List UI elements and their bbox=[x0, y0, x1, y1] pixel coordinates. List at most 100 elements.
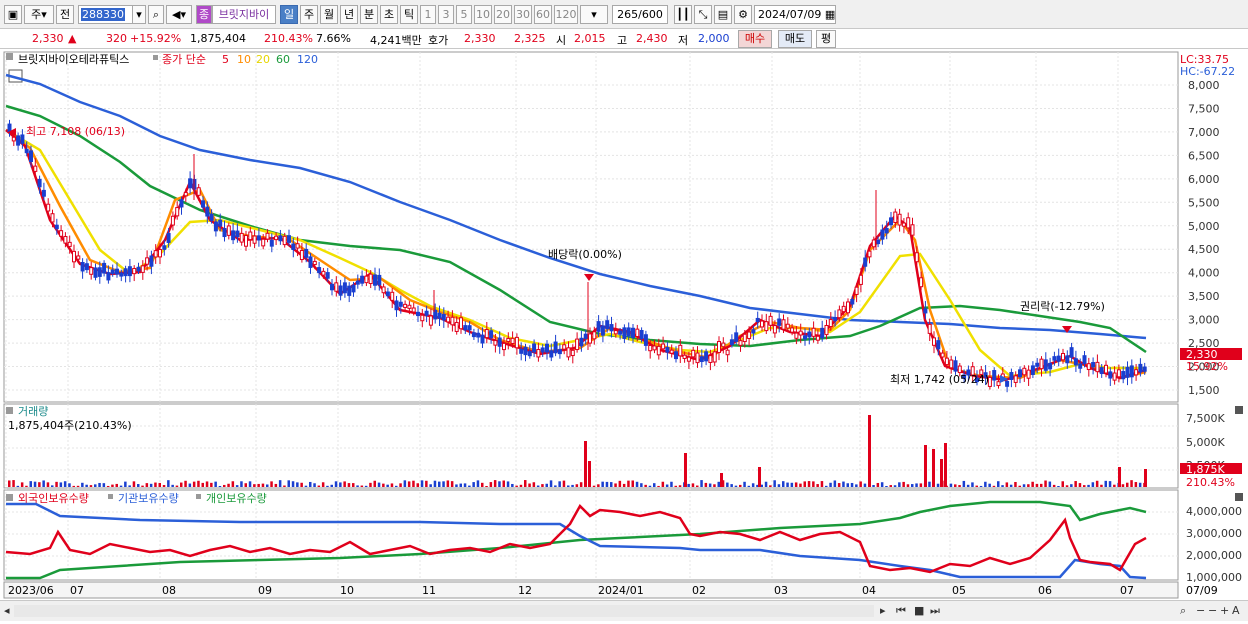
x-axis-label: 2023/06 bbox=[8, 584, 54, 597]
speaker-icon[interactable]: ◀▾ bbox=[166, 5, 192, 24]
interval-1[interactable]: 1 bbox=[420, 5, 436, 24]
candle-body bbox=[454, 321, 459, 332]
candle-body bbox=[196, 187, 201, 196]
zoom-minus-icon[interactable]: − bbox=[1208, 604, 1217, 617]
volume-bar bbox=[820, 481, 824, 487]
x-axis-label: 12 bbox=[518, 584, 532, 597]
interval-30[interactable]: 30 bbox=[514, 5, 532, 24]
candle-body bbox=[949, 359, 954, 369]
stop-icon[interactable]: ■ bbox=[914, 604, 924, 617]
play-icon[interactable]: ⏭ bbox=[930, 604, 940, 618]
candle-body bbox=[244, 235, 248, 247]
volume-bar bbox=[158, 482, 161, 487]
volume-bar bbox=[739, 484, 742, 487]
volume-bar bbox=[579, 482, 583, 487]
candle-type-icon[interactable]: ┃┃ bbox=[674, 5, 692, 24]
tab-tick[interactable]: 틱 bbox=[400, 5, 418, 24]
zoom-out-icon[interactable]: − bbox=[1196, 604, 1205, 617]
panel-toggle-icon[interactable] bbox=[6, 53, 13, 60]
stock-title: 브릿지바이오테라퓨틱스 bbox=[18, 53, 129, 66]
scroll-right-icon[interactable]: ▸ bbox=[880, 604, 886, 617]
scroll-left-icon[interactable]: ◂ bbox=[4, 604, 10, 617]
chart-area[interactable]: 브릿지바이오테라퓨틱스 종가 단순 5 10 20 60 120 LC:33.7… bbox=[0, 50, 1248, 621]
interval-3[interactable]: 3 bbox=[438, 5, 454, 24]
calendar-icon[interactable]: ▦ bbox=[825, 8, 835, 21]
candle-body bbox=[54, 224, 59, 230]
settings-gear-icon[interactable]: ⚙ bbox=[734, 5, 752, 24]
candle-body bbox=[583, 333, 588, 339]
price-y-tick: 4,500 bbox=[1188, 243, 1220, 256]
candle-body bbox=[218, 219, 223, 227]
avg-button[interactable]: 평 bbox=[816, 30, 836, 48]
interval-10[interactable]: 10 bbox=[474, 5, 492, 24]
sell-button[interactable]: 매도 bbox=[778, 30, 812, 48]
rewind-icon[interactable]: ⏮ bbox=[896, 604, 906, 618]
candle-body bbox=[256, 235, 261, 241]
zoom-search-icon[interactable]: ⌕ bbox=[1180, 604, 1186, 618]
tab-day[interactable]: 일 bbox=[280, 5, 298, 24]
volume-bar bbox=[141, 485, 144, 487]
chart-svg[interactable]: 브릿지바이오테라퓨틱스 종가 단순 5 10 20 60 120 LC:33.7… bbox=[0, 50, 1248, 621]
candle-body bbox=[145, 257, 150, 265]
low-label: 저 bbox=[678, 34, 689, 47]
candle-body bbox=[893, 211, 898, 223]
count-field[interactable]: 265/600 bbox=[612, 5, 668, 24]
interval-label: 20 bbox=[496, 8, 510, 21]
price-y-tick: 6,000 bbox=[1188, 173, 1220, 186]
window-icon[interactable]: ▣ bbox=[4, 5, 22, 24]
ma-toggle-icon[interactable] bbox=[153, 55, 158, 60]
volume-bar bbox=[1052, 484, 1056, 487]
tab-minute[interactable]: 분 bbox=[360, 5, 378, 24]
volume-bar bbox=[29, 481, 32, 487]
search-icon[interactable]: ⌕ bbox=[148, 5, 164, 24]
x-axis-right-label: 07/09 bbox=[1186, 584, 1218, 597]
volume-bar bbox=[205, 481, 209, 487]
volume-toggle-icon[interactable] bbox=[6, 407, 13, 414]
holding-toggle-icon[interactable] bbox=[6, 494, 13, 501]
candle-body bbox=[502, 342, 506, 351]
candle-body bbox=[682, 354, 687, 359]
tab-second[interactable]: 초 bbox=[380, 5, 398, 24]
interval-20[interactable]: 20 bbox=[494, 5, 512, 24]
candle-body bbox=[841, 305, 846, 313]
code-dropdown-icon[interactable]: ▾ bbox=[132, 5, 146, 24]
tab-month[interactable]: 월 bbox=[320, 5, 338, 24]
stock-name-field[interactable]: 브릿지바이 bbox=[212, 5, 276, 24]
period-dropdown[interactable]: 주▾ bbox=[24, 5, 54, 24]
holding-close-icon[interactable] bbox=[1235, 493, 1243, 501]
ma-20: 20 bbox=[256, 53, 270, 66]
volume-bar bbox=[915, 483, 918, 487]
tab-week[interactable]: 주 bbox=[300, 5, 318, 24]
bottom-bar: ◂ ▸ ⏮ ■ ⏭ ⌕ − − + A bbox=[0, 600, 1248, 621]
volume-bar bbox=[111, 484, 114, 487]
interval-120[interactable]: 120 bbox=[554, 5, 578, 24]
draw-tool-icon[interactable]: ⤡ bbox=[694, 5, 712, 24]
volume-bar bbox=[988, 483, 991, 487]
volume-bar bbox=[1121, 484, 1125, 487]
horizontal-scrollbar[interactable] bbox=[14, 605, 874, 617]
volume-bar bbox=[433, 480, 437, 487]
save-icon[interactable]: ▤ bbox=[714, 5, 732, 24]
volume-bar bbox=[825, 485, 828, 487]
volume-bar bbox=[317, 485, 321, 487]
volume-bar bbox=[266, 484, 269, 487]
prev-button[interactable]: 전 bbox=[56, 5, 74, 24]
date-field[interactable]: 2024/07/09 ▦ bbox=[754, 5, 836, 24]
interval-60[interactable]: 60 bbox=[534, 5, 552, 24]
volume-close-icon[interactable] bbox=[1235, 406, 1243, 414]
volume-bar bbox=[1108, 481, 1112, 487]
zoom-in-icon[interactable]: + bbox=[1220, 604, 1229, 617]
custom-interval-dropdown[interactable]: ▾ bbox=[580, 5, 608, 24]
candle-body bbox=[269, 239, 274, 247]
volume-bar bbox=[932, 449, 935, 487]
buy-button[interactable]: 매수 bbox=[738, 30, 772, 48]
volume-bar bbox=[253, 484, 256, 487]
volume-bar bbox=[407, 481, 411, 487]
tab-year[interactable]: 년 bbox=[340, 5, 358, 24]
volume-bar bbox=[803, 481, 806, 487]
candle-body bbox=[33, 165, 38, 172]
ma-5: 5 bbox=[222, 53, 229, 66]
font-size-icon[interactable]: A bbox=[1232, 604, 1240, 617]
interval-5[interactable]: 5 bbox=[456, 5, 472, 24]
price-y-tick: 3,500 bbox=[1188, 290, 1220, 303]
